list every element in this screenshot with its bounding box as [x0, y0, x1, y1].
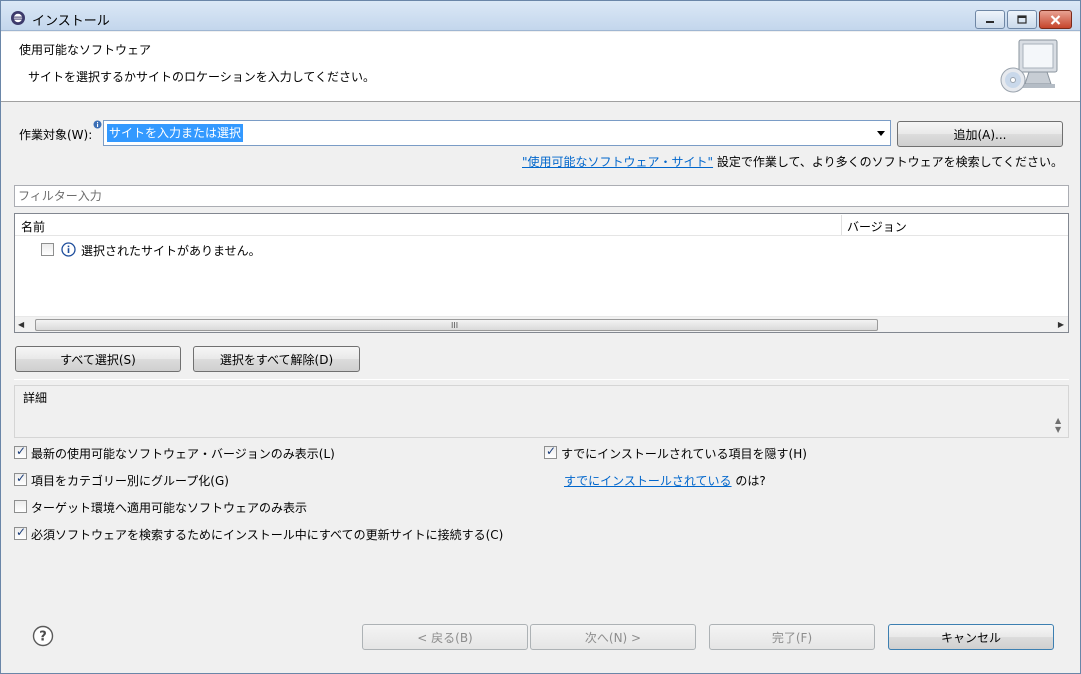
software-tree[interactable]: 名前 バージョン 選択されたサイトがありません。 ◀ III ▶	[14, 213, 1069, 333]
eclipse-app-icon	[11, 11, 25, 25]
already-installed-hint: すでにインストールされている のは?	[564, 472, 766, 489]
work-with-input[interactable]: サイトを入力または選択	[107, 124, 244, 142]
column-divider[interactable]	[841, 215, 842, 235]
filter-input[interactable]: フィルター入力	[14, 185, 1069, 207]
work-with-combo[interactable]: サイトを入力または選択	[103, 120, 891, 146]
back-button[interactable]: < 戻る(B)	[362, 624, 528, 650]
wizard-header: 使用可能なソフトウェア サイトを選択するかサイトのロケーションを入力してください…	[1, 32, 1080, 102]
available-sites-hint-text: 設定で作業して、より多くのソフトウェアを検索してください。	[713, 155, 1063, 169]
available-sites-link[interactable]: "使用可能なソフトウェア・サイト"	[522, 155, 713, 169]
available-sites-hint: "使用可能なソフトウェア・サイト" 設定で作業して、より多くのソフトウェアを検索…	[522, 153, 1063, 170]
scroll-right-icon[interactable]: ▶	[1058, 320, 1064, 329]
finish-button[interactable]: 完了(F)	[709, 624, 875, 650]
close-button[interactable]	[1039, 10, 1072, 29]
scroll-left-icon[interactable]: ◀	[18, 320, 24, 329]
svg-text:?: ?	[39, 630, 47, 645]
details-area[interactable]: ▲ ▼	[14, 385, 1069, 438]
details-label: 詳細	[23, 391, 48, 405]
cancel-button[interactable]: キャンセル	[888, 624, 1054, 650]
option-label: 最新の使用可能なソフトウェア・バージョンのみ表示(L)	[31, 447, 335, 461]
page-description: サイトを選択するかサイトのロケーションを入力してください。	[28, 70, 376, 84]
next-button[interactable]: 次へ(N) >	[530, 624, 696, 650]
maximize-button[interactable]	[1007, 10, 1037, 29]
checkbox-target-env-only[interactable]	[14, 500, 27, 513]
info-icon	[61, 242, 76, 257]
help-icon[interactable]: ?	[32, 625, 54, 647]
option-label: ターゲット環境へ適用可能なソフトウェアのみ表示	[31, 501, 308, 515]
option-label: 項目をカテゴリー別にグループ化(G)	[31, 474, 229, 488]
minimize-button[interactable]	[975, 10, 1005, 29]
page-title: 使用可能なソフトウェア	[19, 43, 152, 57]
scrollbar-thumb[interactable]: III	[35, 319, 878, 331]
close-icon	[1050, 14, 1061, 25]
chevron-down-icon[interactable]	[874, 126, 888, 140]
option-label: 必須ソフトウェアを検索するためにインストール中にすべての更新サイトに接続する(C…	[31, 528, 504, 542]
column-header-name[interactable]: 名前	[21, 218, 45, 235]
select-all-button[interactable]: すべて選択(S)	[15, 346, 181, 372]
work-with-label: 作業対象(W):	[19, 128, 93, 142]
details-scroll-arrows-icon[interactable]: ▲ ▼	[1055, 416, 1065, 434]
option-label: すでにインストールされている項目を隠す(H)	[561, 447, 807, 461]
title-bar[interactable]: インストール	[1, 1, 1080, 31]
already-installed-hint-text: のは?	[731, 474, 766, 488]
row-checkbox[interactable]	[41, 243, 54, 256]
checkbox-hide-installed[interactable]	[544, 444, 557, 459]
window-title: インストール	[32, 14, 110, 29]
checkbox-contact-all-sites[interactable]	[14, 525, 27, 540]
deselect-all-button[interactable]: 選択をすべて解除(D)	[193, 346, 360, 372]
maximize-icon	[1017, 15, 1027, 24]
computer-cd-install-icon	[1000, 39, 1058, 93]
install-dialog: インストール 使用可能なソフトウェア サイトを選択するかサイトのロケーションを入…	[0, 0, 1081, 674]
minimize-icon	[986, 20, 994, 23]
already-installed-link[interactable]: すでにインストールされている	[564, 474, 732, 488]
scrollbar-grip: III	[451, 321, 459, 330]
divider	[14, 379, 1069, 380]
add-site-button[interactable]: 追加(A)...	[897, 121, 1063, 147]
checkbox-show-latest[interactable]	[14, 444, 27, 459]
row-label: 選択されたサイトがありません。	[81, 244, 261, 258]
tree-header: 名前 バージョン	[15, 214, 1068, 236]
column-header-version[interactable]: バージョン	[847, 218, 907, 235]
info-decoration-icon	[93, 120, 102, 129]
horizontal-scrollbar[interactable]: ◀ III ▶	[15, 316, 1068, 332]
checkbox-group-by-category[interactable]	[14, 471, 27, 486]
